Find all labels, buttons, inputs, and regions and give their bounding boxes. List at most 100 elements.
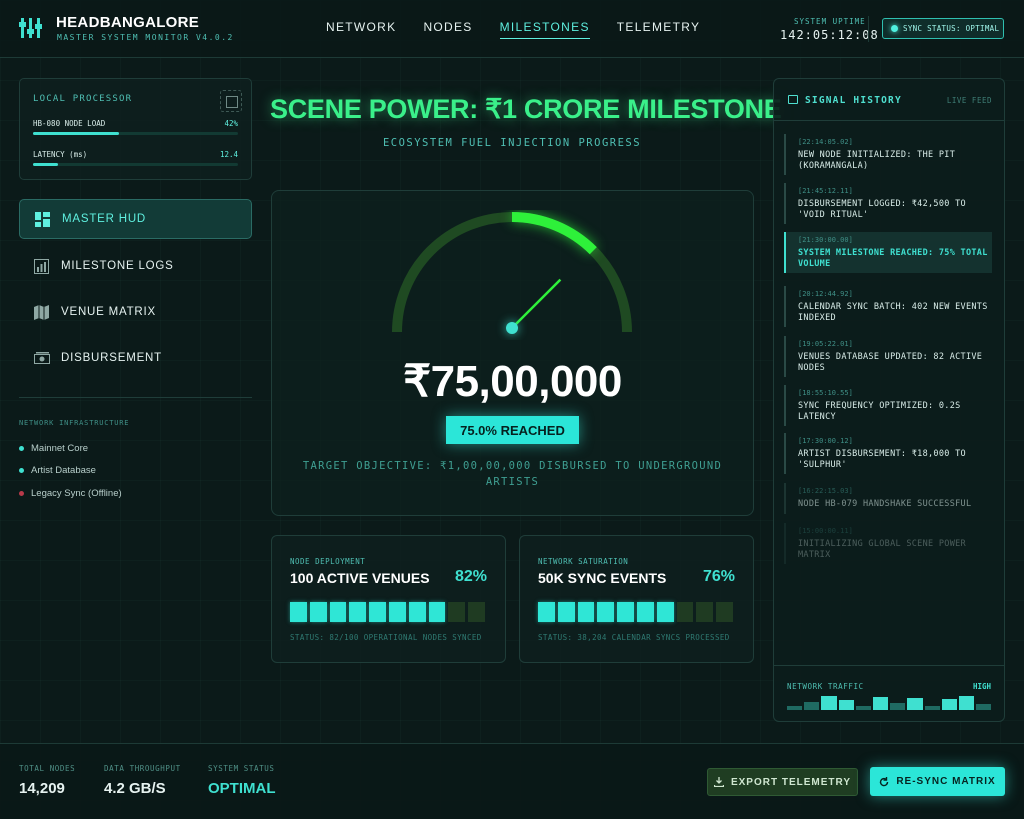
signal-history-header: SIGNAL HISTORY LIVE FEED <box>774 79 1004 121</box>
map-icon <box>34 304 49 320</box>
segment <box>617 602 634 622</box>
segment <box>597 602 615 622</box>
sidebar-divider <box>19 397 252 398</box>
nav-nodes[interactable]: NODES <box>423 20 472 39</box>
live-feed-label: LIVE FEED <box>946 96 992 105</box>
local-processor-card: LOCAL PROCESSOR HB-080 NODE LOAD 42% LAT… <box>19 78 252 180</box>
log-entry: [19:05:22.01] VENUES DATABASE UPDATED: 82… <box>784 336 992 377</box>
log-message: SYNC FREQUENCY OPTIMIZED: 0.2S LATENCY <box>798 401 961 422</box>
money-icon <box>34 351 50 366</box>
nav-telemetry[interactable]: TELEMETRY <box>617 20 701 39</box>
segment <box>468 602 485 622</box>
sidebar-item-label: MILESTONE LOGS <box>61 260 174 272</box>
segment <box>636 602 654 622</box>
stat-status: STATUS: 82/100 OPERATIONAL NODES SYNCED <box>290 633 482 642</box>
segment <box>388 602 406 622</box>
log-timestamp: [21:30:00.00] <box>798 236 853 244</box>
log-timestamp: [18:55:10.55] <box>798 389 853 397</box>
log-message: CALENDAR SYNC BATCH: 402 NEW EVENTS INDE… <box>798 302 988 323</box>
infra-item-label: Mainnet Core <box>31 443 89 454</box>
segment <box>676 602 694 622</box>
log-entry: [21:45:12.11] DISBURSEMENT LOGGED: ₹42,50… <box>784 183 992 224</box>
data-throughput-label: DATA THROUGHPUT <box>104 764 181 773</box>
traffic-bar <box>941 699 957 710</box>
cpu-chip-icon <box>220 90 242 112</box>
stat-percent: 82% <box>454 568 487 585</box>
traffic-bar <box>907 698 923 710</box>
segment <box>538 602 555 622</box>
top-nav: NETWORK NODES MILESTONES TELEMETRY <box>326 20 700 39</box>
signal-history-title: SIGNAL HISTORY <box>805 95 902 106</box>
stat-headline: 50K SYNC EVENTS <box>538 570 667 586</box>
sidebar-item-label: VENUE MATRIX <box>61 306 157 318</box>
signal-history-panel: SIGNAL HISTORY LIVE FEED [22:14:05.02] NE… <box>773 78 1005 722</box>
status-dot-icon <box>891 25 898 32</box>
log-timestamp: [15:00:00.11] <box>798 527 853 535</box>
log-message: ARTIST DISBURSEMENT: ₹18,000 TO 'SULPHUR… <box>798 449 966 470</box>
log-timestamp: [21:45:12.11] <box>798 187 853 195</box>
resync-matrix-button[interactable]: RE-SYNC MATRIX <box>870 767 1005 796</box>
reached-badge: 75.0% REACHED <box>446 416 579 444</box>
total-nodes-value: 14,209 <box>19 780 65 797</box>
log-message: SYSTEM MILESTONE REACHED: 75% TOTAL VOLU… <box>798 248 988 269</box>
download-icon <box>713 777 724 787</box>
segment <box>349 602 367 622</box>
local-processor-title: LOCAL PROCESSOR <box>33 94 133 104</box>
sidebar-item-disbursement[interactable]: DISBURSEMENT <box>19 338 252 378</box>
log-message: DISBURSEMENT LOGGED: ₹42,500 TO 'VOID RI… <box>798 199 966 220</box>
uptime-label: SYSTEM UPTIME <box>794 17 866 26</box>
sidebar-item-master-hud[interactable]: MASTER HUD <box>19 199 252 239</box>
brand-subtitle: MASTER SYSTEM MONITOR V4.0.2 <box>57 33 234 42</box>
segment <box>408 602 426 622</box>
gauge-track <box>392 212 632 333</box>
log-entry: [22:14:05.02] NEW NODE INITIALIZED: THE P… <box>784 134 992 175</box>
log-message: NEW NODE INITIALIZED: THE PIT (KORAMANGA… <box>798 150 956 171</box>
stat-percent: 76% <box>702 568 735 585</box>
log-entry: [21:30:00.00] SYSTEM MILESTONE REACHED: 7… <box>784 232 992 273</box>
node-deployment-card: NODE DEPLOYMENT 100 ACTIVE VENUES 82% ST… <box>271 535 506 663</box>
stat-label: NODE DEPLOYMENT <box>290 557 366 566</box>
log-timestamp: [17:30:00.12] <box>798 437 853 445</box>
segment-bar <box>538 602 733 622</box>
sidebar-item-label: DISBURSEMENT <box>61 352 162 364</box>
traffic-bar <box>821 696 837 710</box>
dashboard-icon <box>35 211 50 227</box>
sync-status-text: SYNC STATUS: OPTIMAL <box>903 24 1000 33</box>
infra-item-artist-db: Artist Database <box>19 465 96 476</box>
page-title: SCENE POWER: ₹1 CRORE MILESTONE <box>270 94 782 124</box>
segment <box>716 602 733 622</box>
top-header: HEADBANGALORE MASTER SYSTEM MONITOR V4.0… <box>0 0 1024 58</box>
network-saturation-card: NETWORK SATURATION 50K SYNC EVENTS 76% S… <box>519 535 754 663</box>
milestone-amount: ₹75,00,000 <box>403 357 622 406</box>
log-entry: [15:00:00.11] INITIALIZING GLOBAL SCENE P… <box>784 523 992 564</box>
traffic-bar <box>872 697 889 710</box>
node-load-label: HB-080 NODE LOAD <box>33 119 106 128</box>
sidebar-item-venue-matrix[interactable]: VENUE MATRIX <box>19 292 252 332</box>
traffic-bar <box>855 706 871 710</box>
segment <box>290 602 307 622</box>
nav-milestones[interactable]: MILESTONES <box>499 20 590 39</box>
uptime-value: 142:05:12:08 <box>780 28 879 42</box>
nav-network[interactable]: NETWORK <box>326 20 396 39</box>
sidebar-item-milestone-logs[interactable]: MILESTONE LOGS <box>19 246 252 286</box>
brand-name: HEADBANGALORE <box>56 14 200 31</box>
infra-item-mainnet: Mainnet Core <box>19 443 88 454</box>
data-throughput-value: 4.2 GB/S <box>104 780 166 797</box>
resync-matrix-label: RE-SYNC MATRIX <box>896 776 996 787</box>
traffic-bars <box>787 696 992 710</box>
sidebar-item-label: MASTER HUD <box>62 213 147 225</box>
segment <box>428 602 446 622</box>
total-nodes-label: TOTAL NODES <box>19 764 76 773</box>
infra-item-label: Artist Database <box>31 465 96 476</box>
traffic-bar <box>787 706 803 710</box>
node-load-value: 42% <box>224 119 238 128</box>
stat-headline: 100 ACTIVE VENUES <box>290 570 430 586</box>
latency-bar-fill <box>33 163 58 166</box>
export-telemetry-button[interactable]: EXPORT TELEMETRY <box>707 768 858 796</box>
traffic-bar <box>804 702 820 710</box>
traffic-bar <box>976 704 992 710</box>
segment <box>696 602 714 622</box>
latency-bar <box>33 163 238 166</box>
logo-equalizer-icon <box>19 16 43 40</box>
network-traffic-level: HIGH <box>972 682 991 691</box>
